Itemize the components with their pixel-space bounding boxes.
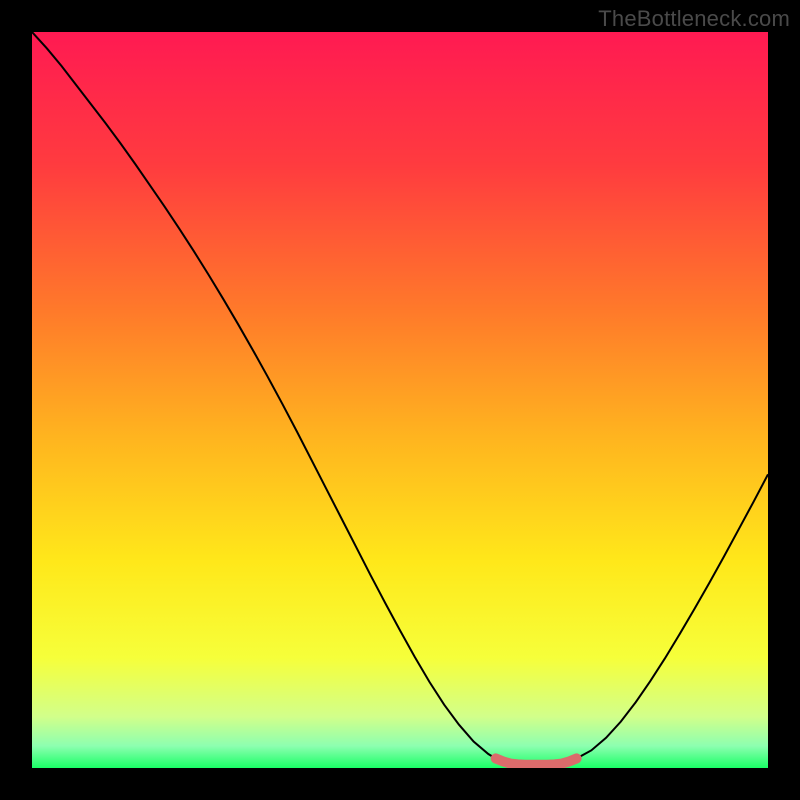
- curve-line: [32, 32, 768, 765]
- bottleneck-curve: [32, 32, 768, 768]
- optimal-range-highlight: [496, 758, 577, 764]
- chart-frame: TheBottleneck.com: [0, 0, 800, 800]
- watermark-text: TheBottleneck.com: [598, 6, 790, 32]
- plot-area: [32, 32, 768, 768]
